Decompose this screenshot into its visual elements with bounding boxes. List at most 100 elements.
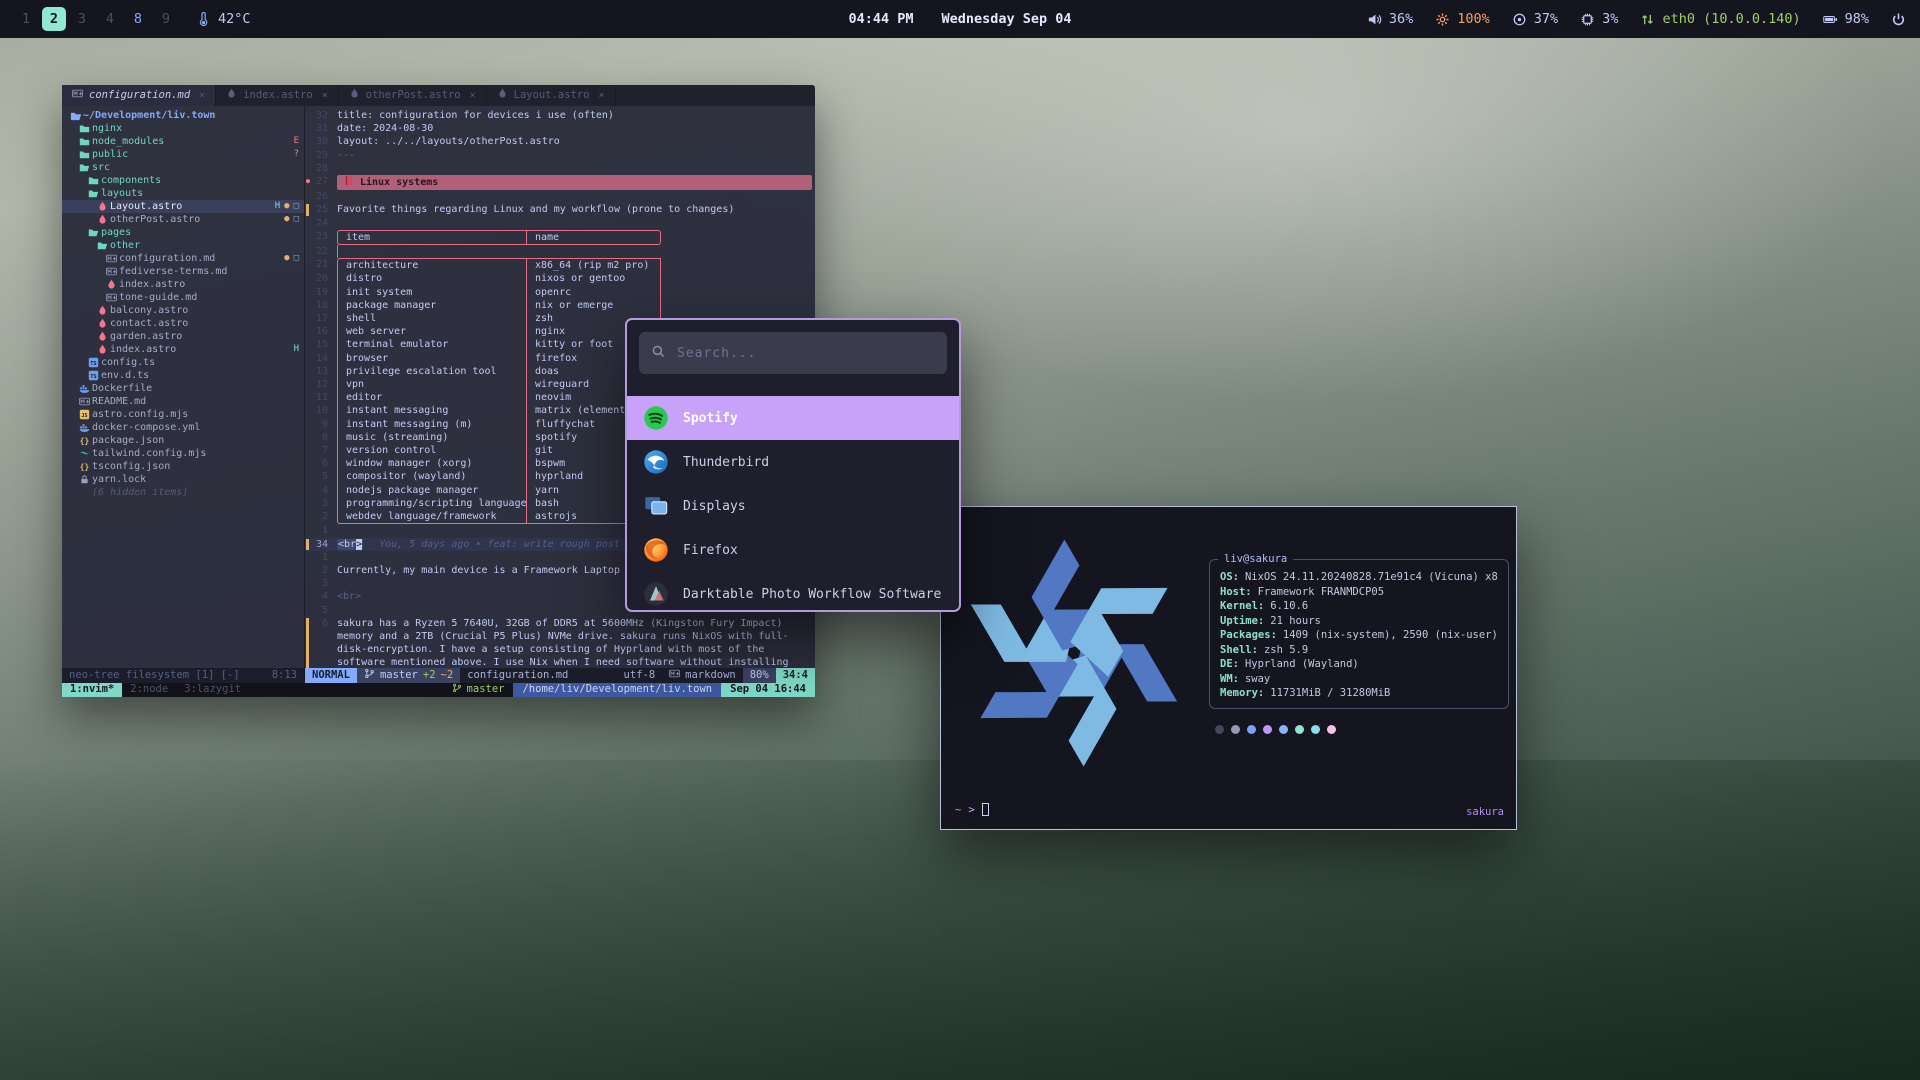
darktable-icon — [643, 581, 669, 607]
tree-item-tsconfig.json[interactable]: {}tsconfig.json — [62, 460, 304, 473]
launcher-search-box[interactable] — [639, 332, 947, 374]
tree-item-docker-compose.yml[interactable]: docker-compose.yml — [62, 421, 304, 434]
line-number: 19 — [311, 286, 337, 299]
terminal-window[interactable]: liv@sakura OS:NixOS 24.11.20240828.71e91… — [940, 506, 1517, 830]
tree-item-index.astro[interactable]: index.astroH — [62, 343, 304, 356]
temperature-value: 42°C — [218, 11, 251, 27]
launcher-entry-firefox[interactable]: Firefox — [627, 528, 959, 572]
tree-item-index.astro[interactable]: index.astro — [62, 278, 304, 291]
search-input[interactable] — [675, 345, 935, 362]
tmux-window-3lazygit[interactable]: 3:lazygit — [176, 683, 249, 697]
tree-item-public[interactable]: public? — [62, 148, 304, 161]
palette-dot-1 — [1231, 725, 1240, 734]
tab-configuration.md[interactable]: configuration.md× — [62, 85, 216, 106]
close-icon[interactable]: × — [199, 89, 205, 102]
gutter-sign-empty — [305, 299, 311, 312]
tree-item-label: tsconfig.json — [92, 460, 170, 473]
tmux-branch-name: master — [467, 683, 505, 696]
tree-item-Layout.astro[interactable]: Layout.astroH●□ — [62, 200, 304, 213]
workspace-2[interactable]: 2 — [42, 7, 66, 31]
workspace-4[interactable]: 4 — [98, 7, 122, 31]
launcher-entry-thunderbird[interactable]: Thunderbird — [627, 440, 959, 484]
launcher-entry-label: Darktable Photo Workflow Software — [683, 587, 941, 602]
launcher-entry-darktable-photo-workflow-software[interactable]: Darktable Photo Workflow Software — [627, 572, 959, 612]
tree-item-config.ts[interactable]: TSconfig.ts — [62, 356, 304, 369]
line-number: 17 — [311, 312, 337, 325]
close-icon[interactable]: × — [322, 89, 328, 102]
tree-item-nginx[interactable]: nginx — [62, 122, 304, 135]
thunderbird-icon — [643, 449, 669, 475]
gear-module[interactable]: 100% — [1435, 11, 1490, 27]
line-number: 5 — [311, 604, 337, 617]
gutter-sign-empty — [305, 122, 311, 135]
volume-module[interactable]: 36% — [1367, 11, 1413, 27]
tree-item-balcony.astro[interactable]: balcony.astro — [62, 304, 304, 317]
tree-item-node_modules[interactable]: node_modules E — [62, 135, 304, 148]
gutter-sign-empty — [305, 484, 311, 497]
tmux-window-1nvim[interactable]: 1:nvim* — [62, 683, 122, 697]
launcher-entry-displays[interactable]: Displays — [627, 484, 959, 528]
git-status-badges: E — [294, 135, 299, 148]
tree-item-otherPost.astro[interactable]: otherPost.astro●□ — [62, 213, 304, 226]
launcher-entry-spotify[interactable]: Spotify — [627, 396, 959, 440]
editor-line-text: date: 2024-08-30 — [337, 122, 815, 135]
terminal-cursor — [982, 803, 989, 816]
neotree-sidebar[interactable]: ~/Development/liv.townnginxnode_modules E… — [62, 106, 305, 668]
tree-item-contact.astro[interactable]: contact.astro — [62, 317, 304, 330]
table-cell-item: terminal emulator — [337, 338, 527, 351]
tree-item-Dockerfile[interactable]: Dockerfile — [62, 382, 304, 395]
markdown-icon — [669, 668, 680, 683]
close-icon[interactable]: × — [598, 89, 604, 102]
svg-text:JS: JS — [81, 413, 87, 419]
tree-item-pages[interactable]: pages — [62, 226, 304, 239]
shell-prompt[interactable]: ~ > — [955, 803, 989, 818]
tree-item-env.d.ts[interactable]: TSenv.d.ts — [62, 369, 304, 382]
tree-item-tailwind.config.mjs[interactable]: tailwind.config.mjs — [62, 447, 304, 460]
network-module[interactable]: eth0 (10.0.0.140) — [1640, 11, 1800, 27]
tree-item-(6 hidden items)[interactable]: (6 hidden items) — [62, 486, 304, 499]
line-number: 10 — [311, 404, 337, 417]
status-row: neo-tree filesystem [1] [-] 8:13 NORMAL … — [62, 668, 815, 683]
table-cell-item: nodejs package manager — [337, 484, 527, 497]
battery-module[interactable]: 98% — [1823, 11, 1869, 27]
tree-item-fediverse-terms.md[interactable]: fediverse-terms.md — [62, 265, 304, 278]
session-name: sakura — [1466, 805, 1504, 820]
launcher-results: SpotifyThunderbirdDisplaysFirefox Darktab… — [627, 396, 959, 612]
workspace-9[interactable]: 9 — [154, 7, 178, 31]
folder-icon — [77, 123, 92, 134]
table-cell-item: vpn — [337, 378, 527, 391]
tree-item-label: astro.config.mjs — [92, 408, 188, 421]
tree-item-astro.config.mjs[interactable]: JS astro.config.mjs — [62, 408, 304, 421]
tree-root[interactable]: ~/Development/liv.town — [62, 109, 304, 122]
cpu-module[interactable]: 3% — [1580, 11, 1618, 27]
tree-item-tone-guide.md[interactable]: tone-guide.md — [62, 291, 304, 304]
workspace-1[interactable]: 1 — [14, 7, 38, 31]
tab-index.astro[interactable]: index.astro× — [216, 85, 339, 106]
power-button[interactable] — [1891, 12, 1906, 27]
tmux-window-2node[interactable]: 2:node — [122, 683, 176, 697]
tab-Layout.astro[interactable]: Layout.astro× — [487, 85, 616, 106]
tree-item-configuration.md[interactable]: configuration.md●□ — [62, 252, 304, 265]
tree-item-label: Dockerfile — [92, 382, 152, 395]
tree-item-package.json[interactable]: {}package.json — [62, 434, 304, 447]
tree-item-garden.astro[interactable]: garden.astro — [62, 330, 304, 343]
tree-item-label: node_modules — [92, 135, 164, 148]
tree-item-layouts[interactable]: layouts — [62, 187, 304, 200]
close-icon[interactable]: × — [470, 89, 476, 102]
workspace-3[interactable]: 3 — [70, 7, 94, 31]
tab-otherPost.astro[interactable]: otherPost.astro× — [339, 85, 487, 106]
tree-item-label: index.astro — [119, 278, 185, 291]
workspace-8[interactable]: 8 — [126, 7, 150, 31]
git-changed-count: ~2 — [441, 669, 454, 682]
tree-item-README.md[interactable]: README.md — [62, 395, 304, 408]
tree-item-yarn.lock[interactable]: yarn.lock — [62, 473, 304, 486]
gutter-sign-empty — [305, 510, 311, 524]
tree-item-components[interactable]: components — [62, 174, 304, 187]
table-cell-name: nix or emerge — [527, 299, 661, 312]
tree-item-src[interactable]: src — [62, 161, 304, 174]
tree-item-label: env.d.ts — [101, 369, 149, 382]
astro-icon — [497, 88, 508, 103]
disk-module[interactable]: 37% — [1512, 11, 1558, 27]
tree-item-other[interactable]: other — [62, 239, 304, 252]
fetch-line-memory: Memory:11731MiB / 31280MiB — [1220, 686, 1498, 701]
